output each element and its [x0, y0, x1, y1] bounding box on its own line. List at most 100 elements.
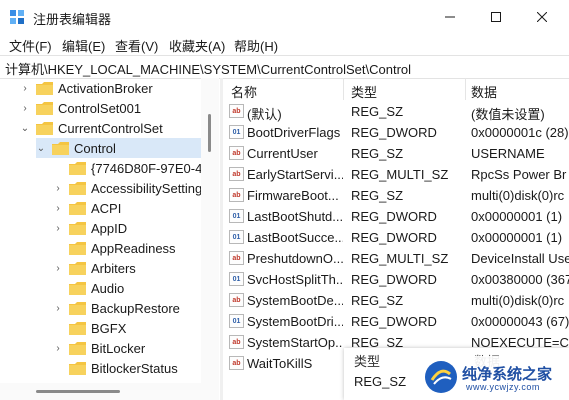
string-value-icon: ab — [229, 167, 244, 181]
value-row[interactable]: 01 LastBootSucce... REG_DWORD 0x00000001… — [223, 227, 569, 248]
value-type: REG_DWORD — [351, 230, 437, 245]
column-separator[interactable] — [465, 78, 466, 100]
folder-icon — [36, 81, 53, 95]
binary-value-icon: 01 — [229, 230, 244, 244]
value-row[interactable]: 01 SvcHostSplitTh... REG_DWORD 0x0038000… — [223, 269, 569, 290]
menu-edit[interactable]: 编辑(E) — [62, 36, 105, 55]
chevron-right-icon[interactable]: › — [20, 83, 30, 94]
menu-file[interactable]: 文件(F) — [9, 36, 52, 55]
binary-value-icon: 01 — [229, 272, 244, 286]
chevron-down-icon[interactable]: ⌄ — [20, 123, 30, 134]
column-header-data[interactable]: 数据 — [471, 82, 497, 101]
chevron-right-icon[interactable]: › — [53, 303, 63, 314]
value-row[interactable]: ab FirmwareBoot... REG_SZ multi(0)disk(0… — [223, 185, 569, 206]
value-name: BootDriverFlags — [247, 125, 341, 140]
chevron-right-icon[interactable]: › — [53, 203, 63, 214]
address-bar[interactable]: 计算机\HKEY_LOCAL_MACHINE\SYSTEM\CurrentCon… — [0, 55, 569, 79]
scrollbar-thumb[interactable] — [36, 390, 120, 393]
string-value-icon: ab — [229, 188, 244, 202]
string-value-icon: ab — [229, 251, 244, 265]
value-row[interactable]: 01 BootDriverFlags REG_DWORD 0x0000001c … — [223, 122, 569, 143]
tree-item-acpi[interactable]: › ACPI — [53, 198, 121, 218]
value-name: SystemStartOp... — [247, 335, 343, 350]
value-type: REG_MULTI_SZ — [351, 251, 449, 266]
value-row[interactable]: ab PreshutdownO... REG_MULTI_SZ DeviceIn… — [223, 248, 569, 269]
tree-item-appid[interactable]: › AppID — [53, 218, 127, 238]
menu-favorites[interactable]: 收藏夹(A) — [169, 36, 225, 55]
title-bar: 注册表编辑器 — [0, 0, 569, 33]
minimize-icon — [445, 16, 455, 17]
folder-icon — [69, 241, 86, 255]
value-name: EarlyStartServi... — [247, 167, 343, 182]
tree-item-controlset001[interactable]: › ControlSet001 — [20, 98, 141, 118]
tree-label: Arbiters — [91, 260, 136, 276]
tree-item-bgfx[interactable]: BGFX — [53, 318, 126, 338]
value-name: LastBootShutd... — [247, 209, 343, 224]
maximize-button[interactable] — [473, 0, 519, 33]
menu-view[interactable]: 查看(V) — [115, 36, 158, 55]
chevron-down-icon[interactable]: ⌄ — [36, 143, 46, 154]
watermark: 纯净系统之家 www.ycwjzy.com — [420, 356, 569, 400]
tree-label: BitLocker — [91, 340, 146, 356]
value-data: 0x00000043 (67) — [471, 314, 569, 329]
key-tree: › ActivationBroker › ControlSet001 ⌄ Cur… — [0, 78, 220, 400]
column-header-name[interactable]: 名称 — [231, 82, 257, 101]
list-header: 名称 类型 数据 — [223, 78, 569, 100]
tree-item-currentcontrolset[interactable]: ⌄ CurrentControlSet — [20, 118, 163, 138]
chevron-right-icon[interactable]: › — [53, 223, 63, 234]
overlay-value-type: REG_SZ — [354, 374, 407, 389]
tree-vertical-scrollbar[interactable] — [201, 78, 219, 383]
menu-bar: 文件(F) 编辑(E) 查看(V) 收藏夹(A) 帮助(H) — [0, 33, 569, 55]
value-row[interactable]: 01 LastBootShutd... REG_DWORD 0x00000001… — [223, 206, 569, 227]
column-separator[interactable] — [343, 78, 344, 100]
watermark-url: www.ycwjzy.com — [466, 382, 540, 392]
value-row[interactable]: ab SystemBootDe... REG_SZ multi(0)disk(0… — [223, 290, 569, 311]
value-data: 0x00380000 (367 — [471, 272, 569, 287]
chevron-right-icon[interactable]: › — [20, 103, 30, 114]
value-data: multi(0)disk(0)rc — [471, 293, 565, 308]
tree-item-activationbroker[interactable]: › ActivationBroker — [20, 78, 152, 98]
value-data: multi(0)disk(0)rc — [471, 188, 565, 203]
tree-item-appreadiness[interactable]: AppReadiness — [53, 238, 176, 258]
minimize-button[interactable] — [427, 0, 473, 33]
value-type: REG_DWORD — [351, 209, 437, 224]
address-path: 计算机\HKEY_LOCAL_MACHINE\SYSTEM\CurrentCon… — [5, 62, 412, 77]
tree-item-bitlockerstatus[interactable]: BitlockerStatus — [53, 358, 178, 378]
value-type: REG_SZ — [351, 188, 404, 203]
folder-icon — [69, 181, 86, 195]
tree-item-backuprestore[interactable]: › BackupRestore — [53, 298, 180, 318]
chevron-right-icon[interactable]: › — [53, 343, 63, 354]
value-row[interactable]: 01 SystemBootDri... REG_DWORD 0x00000043… — [223, 311, 569, 332]
binary-value-icon: 01 — [229, 125, 244, 139]
tree-item-arbiters[interactable]: › Arbiters — [53, 258, 136, 278]
tree-item-accessibilitysettings[interactable]: › AccessibilitySetting — [53, 178, 202, 198]
folder-icon — [69, 261, 86, 275]
close-button[interactable] — [519, 0, 565, 33]
tree-item-guid[interactable]: {7746D80F-97E0-4E — [53, 158, 211, 178]
tree-label: AccessibilitySetting — [91, 180, 203, 196]
value-type: REG_DWORD — [351, 125, 437, 140]
tree-item-control[interactable]: ⌄ Control — [36, 138, 201, 158]
folder-icon — [69, 161, 86, 175]
chevron-right-icon[interactable]: › — [53, 183, 63, 194]
value-row[interactable]: ab EarlyStartServi... REG_MULTI_SZ RpcSs… — [223, 164, 569, 185]
maximize-icon — [491, 11, 501, 22]
value-row[interactable]: ab (默认) REG_SZ (数值未设置) — [223, 101, 569, 122]
scrollbar-thumb[interactable] — [208, 114, 211, 152]
value-row[interactable]: ab CurrentUser REG_SZ USERNAME — [223, 143, 569, 164]
tree-horizontal-scrollbar[interactable] — [0, 383, 219, 400]
chevron-right-icon[interactable]: › — [53, 263, 63, 274]
tree-item-bitlocker[interactable]: › BitLocker — [53, 338, 145, 358]
value-data: 0x0000001c (28) — [471, 125, 569, 140]
column-header-type[interactable]: 类型 — [351, 82, 377, 101]
tree-item-audio[interactable]: Audio — [53, 278, 124, 298]
menu-help[interactable]: 帮助(H) — [234, 36, 278, 55]
window-title: 注册表编辑器 — [33, 12, 112, 27]
folder-icon — [69, 301, 86, 315]
folder-icon — [69, 341, 86, 355]
tree-label: BitlockerStatus — [91, 360, 178, 376]
value-name: SystemBootDri... — [247, 314, 343, 329]
value-name: (默认) — [247, 107, 282, 122]
value-type: REG_SZ — [351, 293, 404, 308]
binary-value-icon: 01 — [229, 314, 244, 328]
